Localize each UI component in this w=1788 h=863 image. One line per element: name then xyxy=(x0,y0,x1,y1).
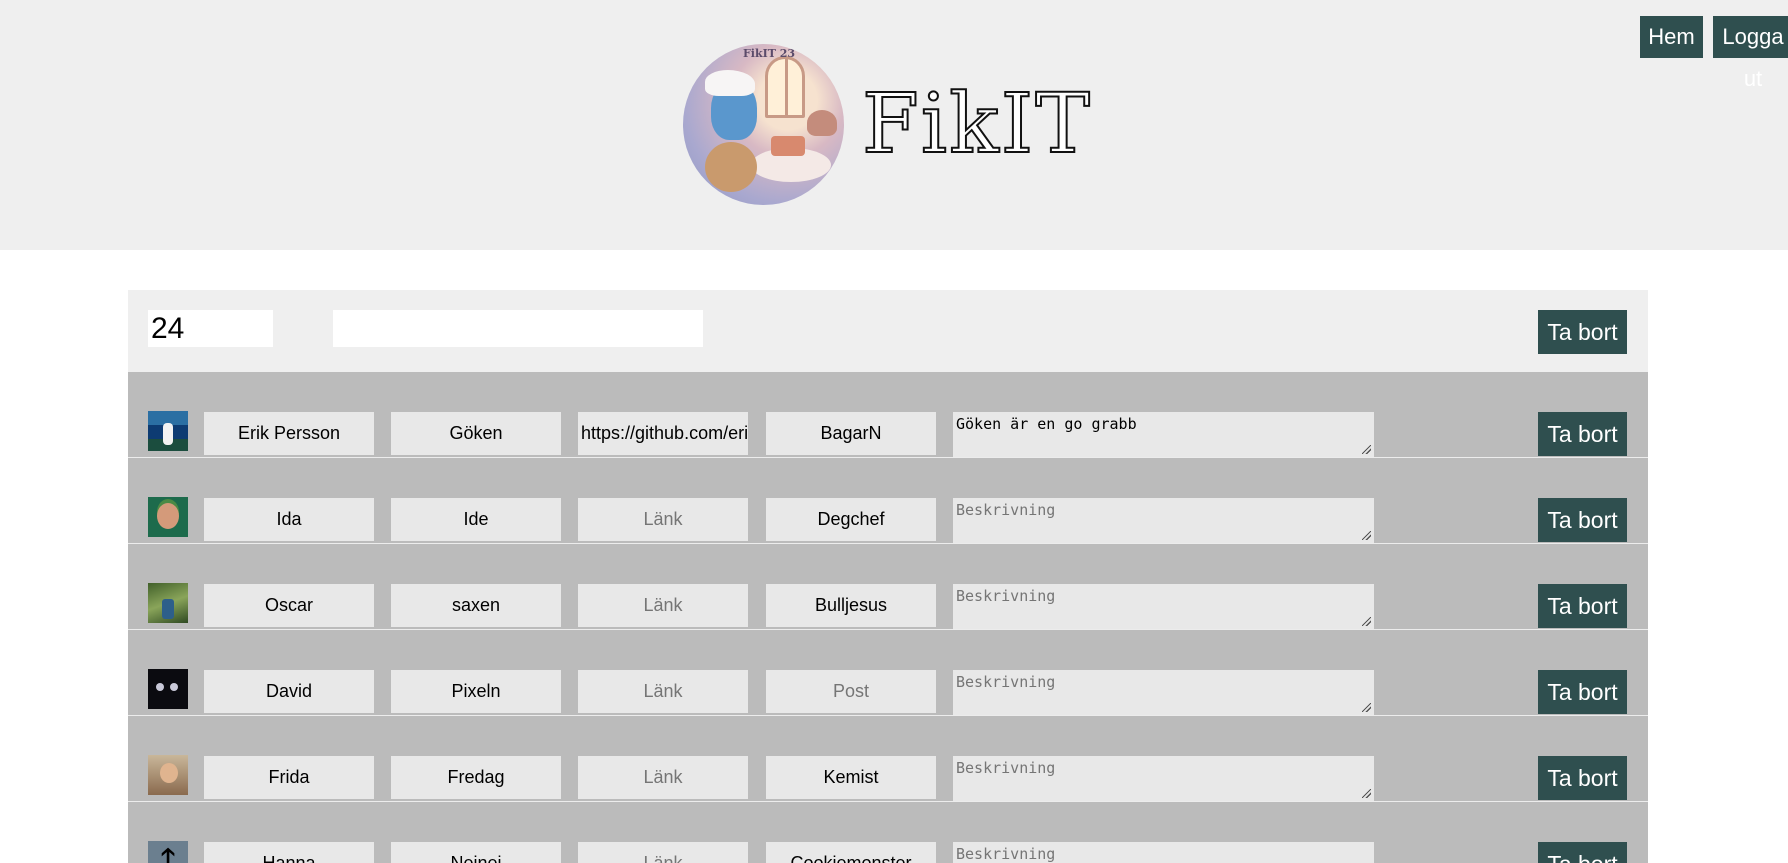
resize-grip-icon[interactable] xyxy=(1362,531,1371,540)
delete-member-button[interactable]: Ta bort xyxy=(1538,498,1627,542)
member-link-input[interactable]: Länk xyxy=(578,670,748,713)
group-panel: 24 Ta bort xyxy=(128,290,1648,372)
delete-member-button[interactable]: Ta bort xyxy=(1538,842,1627,863)
member-role-input[interactable]: Degchef xyxy=(766,498,936,541)
delete-member-button[interactable]: Ta bort xyxy=(1538,670,1627,714)
member-description-textarea[interactable]: Beskrivning xyxy=(953,842,1374,863)
description-text: Beskrivning xyxy=(956,759,1056,777)
member-role-input[interactable]: Kemist xyxy=(766,756,936,799)
member-role-input[interactable]: BagarN xyxy=(766,412,936,455)
resize-grip-icon[interactable] xyxy=(1362,445,1371,454)
member-row: 🡑 Hanna Nejnej Länk Cookiemonster Beskrivning… xyxy=(128,802,1648,863)
member-row: David Pixeln Länk Post Beskrivning Ta bort xyxy=(128,630,1648,716)
header: FikIT 23 FikIT Hem Logga ut xyxy=(0,0,1788,250)
member-nick-input[interactable]: Göken xyxy=(391,412,561,455)
group-name-input[interactable] xyxy=(333,310,703,347)
member-nick-input[interactable]: Fredag xyxy=(391,756,561,799)
member-row: Frida Fredag Länk Kemist Beskrivning Ta bort xyxy=(128,716,1648,802)
delete-group-button[interactable]: Ta bort xyxy=(1538,310,1627,354)
member-role-input[interactable]: Post xyxy=(766,670,936,713)
member-avatar[interactable] xyxy=(148,669,188,709)
year-input[interactable]: 24 xyxy=(148,310,273,347)
member-avatar[interactable] xyxy=(148,497,188,537)
logout-button[interactable]: Logga ut xyxy=(1713,16,1788,91)
description-text: Göken är en go grabb xyxy=(956,415,1137,433)
member-link-input[interactable]: Länk xyxy=(578,498,748,541)
member-row: Erik Persson Göken https://github.com/erik… xyxy=(128,372,1648,458)
member-description-textarea[interactable]: Beskrivning xyxy=(953,670,1374,715)
member-nick-input[interactable]: Nejnej xyxy=(391,842,561,863)
member-avatar[interactable] xyxy=(148,583,188,623)
member-description-textarea[interactable]: Göken är en go grabb xyxy=(953,412,1374,457)
member-description-textarea[interactable]: Beskrivning xyxy=(953,584,1374,629)
delete-member-button[interactable]: Ta bort xyxy=(1538,756,1627,800)
member-avatar[interactable]: 🡑 xyxy=(148,841,188,863)
member-description-textarea[interactable]: Beskrivning xyxy=(953,498,1374,543)
member-name-input[interactable]: Hanna xyxy=(204,842,374,863)
member-avatar[interactable] xyxy=(148,411,188,451)
member-name-input[interactable]: David xyxy=(204,670,374,713)
member-link-input[interactable]: Länk xyxy=(578,584,748,627)
member-nick-input[interactable]: saxen xyxy=(391,584,561,627)
member-row: Oscar saxen Länk Bulljesus Beskrivning Ta bor… xyxy=(128,544,1648,630)
brand-title: FikIT xyxy=(861,76,1092,173)
member-description-textarea[interactable]: Beskrivning xyxy=(953,756,1374,801)
description-text: Beskrivning xyxy=(956,587,1056,605)
resize-grip-icon[interactable] xyxy=(1362,617,1371,626)
member-role-input[interactable]: Cookiemonster xyxy=(766,842,936,863)
member-nick-input[interactable]: Pixeln xyxy=(391,670,561,713)
delete-member-button[interactable]: Ta bort xyxy=(1538,584,1627,628)
home-button[interactable]: Hem xyxy=(1640,16,1703,58)
description-text: Beskrivning xyxy=(956,845,1056,863)
description-text: Beskrivning xyxy=(956,501,1056,519)
member-role-input[interactable]: Bulljesus xyxy=(766,584,936,627)
member-name-input[interactable]: Oscar xyxy=(204,584,374,627)
resize-grip-icon[interactable] xyxy=(1362,789,1371,798)
logo-text: FikIT 23 xyxy=(743,47,796,60)
delete-member-button[interactable]: Ta bort xyxy=(1538,412,1627,456)
member-link-input[interactable]: Länk xyxy=(578,756,748,799)
member-name-input[interactable]: Erik Persson xyxy=(204,412,374,455)
resize-grip-icon[interactable] xyxy=(1362,703,1371,712)
member-row: Ida Ide Länk Degchef Beskrivning Ta bort xyxy=(128,458,1648,544)
member-name-input[interactable]: Frida xyxy=(204,756,374,799)
member-list: Erik Persson Göken https://github.com/erik… xyxy=(128,372,1648,863)
member-name-input[interactable]: Ida xyxy=(204,498,374,541)
member-link-input[interactable]: https://github.com/erikpersson xyxy=(578,412,748,455)
member-nick-input[interactable]: Ide xyxy=(391,498,561,541)
member-avatar[interactable] xyxy=(148,755,188,795)
description-text: Beskrivning xyxy=(956,673,1056,691)
member-link-input[interactable]: Länk xyxy=(578,842,748,863)
fikit-logo: FikIT 23 xyxy=(683,44,844,205)
